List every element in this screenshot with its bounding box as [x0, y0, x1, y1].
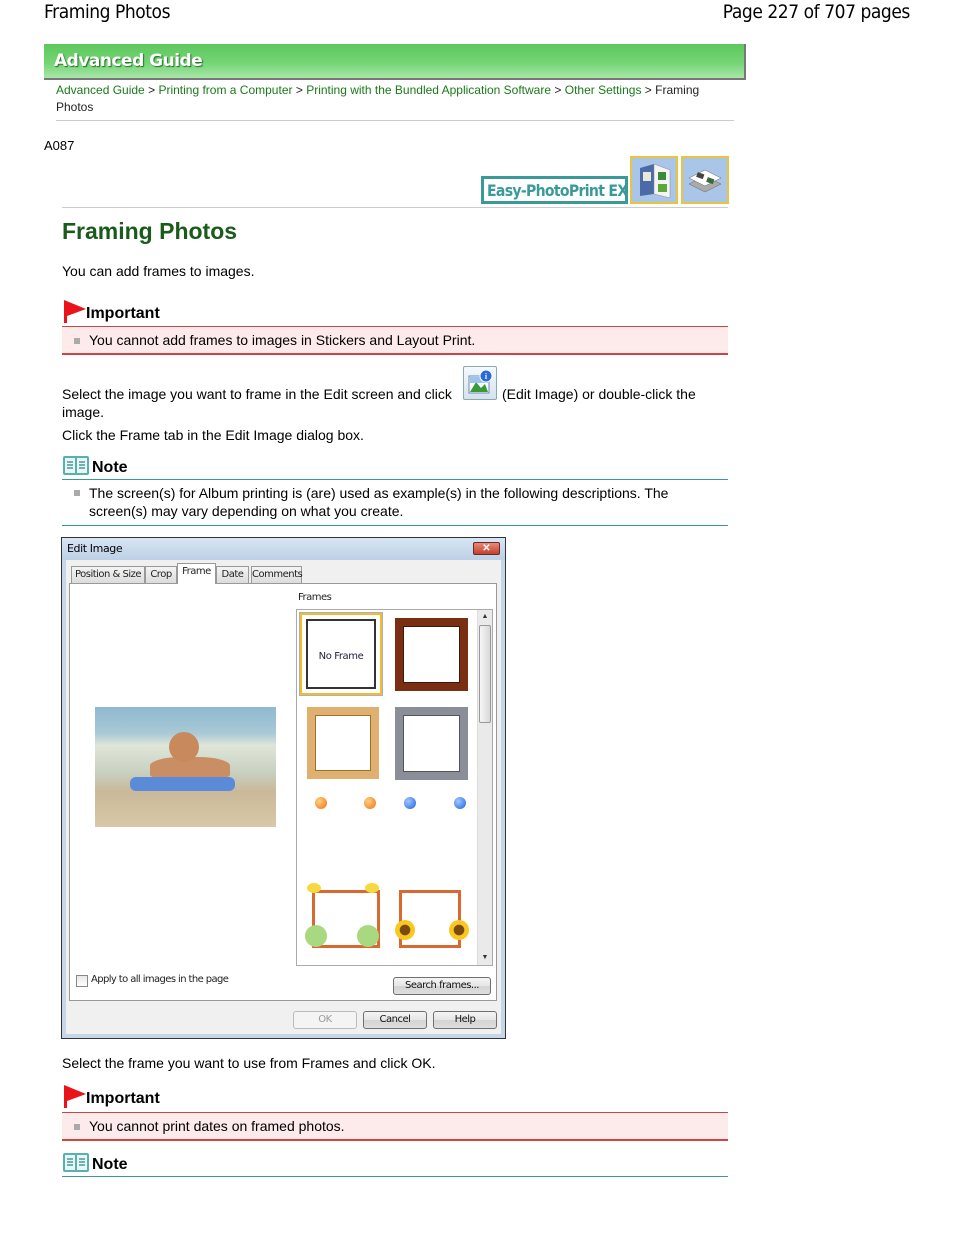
- apply-all-checkbox[interactable]: [76, 975, 88, 987]
- red-flag-icon: [64, 1085, 86, 1108]
- photo-bodyboard: [130, 777, 235, 791]
- tab-comments[interactable]: Comments: [251, 566, 303, 583]
- scroll-down-arrow-icon[interactable]: ▼: [478, 951, 492, 965]
- note-heading-label: Note: [92, 1156, 128, 1173]
- search-frames-button[interactable]: Search frames...: [393, 977, 491, 995]
- flowers-icon: [305, 925, 327, 947]
- easy-photoprint-logo: Easy-PhotoPrint EX: [481, 176, 628, 204]
- important-heading-label: Important: [86, 305, 160, 322]
- breadcrumb-link-other-settings[interactable]: Other Settings: [565, 83, 642, 97]
- orange-pin-icon: [315, 797, 327, 809]
- step1-text-b: (Edit Image) or double-click the: [502, 386, 696, 402]
- butterfly-icon: [365, 883, 379, 893]
- red-flag-icon: [64, 300, 86, 323]
- important-heading-label: Important: [86, 1090, 160, 1107]
- scroll-thumb[interactable]: [479, 625, 491, 723]
- breadcrumb-link-printing-from-computer[interactable]: Printing from a Computer: [158, 83, 292, 97]
- butterfly-icon: [307, 883, 321, 893]
- breadcrumb-separator: >: [554, 83, 562, 97]
- note-rule: [62, 1176, 728, 1177]
- edit-image-icon: i: [463, 366, 497, 400]
- tab-frame[interactable]: Frame: [177, 563, 216, 584]
- important-box: You cannot print dates on framed photos.: [62, 1112, 728, 1141]
- frames-scrollbar[interactable]: ▲ ▼: [477, 610, 492, 965]
- frames-list: No Frame ▲ ▼: [296, 609, 493, 966]
- breadcrumb-link-advanced-guide[interactable]: Advanced Guide: [56, 83, 145, 97]
- dialog-body: Position & Size Crop Frame Date Comments…: [66, 560, 501, 1034]
- dialog-title: Edit Image: [67, 542, 123, 555]
- edit-image-dialog: Edit Image ✕ Position & Size Crop Frame …: [61, 537, 506, 1039]
- frame-option-butterfly-flowers[interactable]: [305, 880, 385, 960]
- blue-pin-icon: [454, 797, 466, 809]
- page-info: Page 227 of 707 pages: [722, 1, 911, 23]
- scroll-up-arrow-icon[interactable]: ▲: [478, 610, 492, 624]
- step1-text-c: image.: [62, 404, 105, 420]
- dialog-titlebar: Edit Image ✕: [62, 538, 505, 560]
- banner-label: Advanced Guide: [54, 51, 203, 71]
- frame-option-dark-wood[interactable]: [395, 618, 468, 691]
- tab-position-size[interactable]: Position & Size: [71, 566, 145, 583]
- breadcrumb-separator: >: [295, 83, 303, 97]
- logo-divider: [62, 207, 728, 208]
- bullet-icon: [74, 338, 80, 344]
- photo-subject-head: [169, 732, 199, 762]
- frame-option-pushpins[interactable]: [302, 795, 472, 825]
- breadcrumb-separator: >: [644, 83, 652, 97]
- tab-crop[interactable]: Crop: [145, 566, 177, 583]
- apply-all-label: Apply to all images in the page: [91, 974, 229, 985]
- frame-option-sunflowers[interactable]: [393, 882, 473, 962]
- frames-label: Frames: [298, 592, 332, 603]
- cancel-button[interactable]: Cancel: [363, 1011, 427, 1029]
- note-item: The screen(s) for Album printing is (are…: [89, 485, 669, 519]
- tab-date[interactable]: Date: [216, 566, 249, 583]
- blue-pin-icon: [404, 797, 416, 809]
- book-icon: [63, 456, 89, 475]
- frame-option-metal[interactable]: [395, 707, 468, 780]
- advanced-guide-banner: Advanced Guide: [44, 44, 746, 80]
- important-item: You cannot print dates on framed photos.: [89, 1118, 345, 1134]
- frame-option-none[interactable]: No Frame: [299, 612, 383, 696]
- flowers-icon: [357, 925, 379, 947]
- intro-text: You can add frames to images.: [62, 263, 255, 279]
- book-icon: [63, 1153, 89, 1172]
- breadcrumb-separator: >: [148, 83, 156, 97]
- help-button[interactable]: Help: [433, 1011, 497, 1029]
- step2-text: Click the Frame tab in the Edit Image di…: [62, 427, 364, 443]
- header-title: Framing Photos: [44, 1, 171, 23]
- photo-preview: [95, 707, 276, 827]
- sunflower-icon: [395, 920, 415, 940]
- bullet-icon: [74, 490, 80, 496]
- important-item: You cannot add frames to images in Stick…: [89, 332, 476, 348]
- breadcrumb-link-bundled-software[interactable]: Printing with the Bundled Application So…: [306, 83, 551, 97]
- frame-option-light-wood[interactable]: [307, 707, 379, 779]
- note-rule: [62, 479, 728, 480]
- layout-print-icon: [681, 156, 729, 204]
- step1-text-a: Select the image you want to frame in th…: [62, 386, 452, 402]
- page-title: Framing Photos: [62, 218, 238, 244]
- frame-tab-panel: Frames No Frame ▲ ▼ Apply to all images …: [69, 583, 497, 1001]
- bullet-icon: [74, 1124, 80, 1130]
- note-rule: [62, 525, 728, 526]
- note-heading-label: Note: [92, 459, 128, 476]
- document-code: A087: [44, 138, 75, 153]
- app-logo-label: Easy-PhotoPrint EX: [487, 181, 628, 200]
- sunflower-icon: [449, 920, 469, 940]
- close-button[interactable]: ✕: [473, 542, 500, 555]
- ok-button[interactable]: OK: [293, 1011, 357, 1029]
- orange-pin-icon: [364, 797, 376, 809]
- important-box: You cannot add frames to images in Stick…: [62, 326, 728, 355]
- step3-text: Select the frame you want to use from Fr…: [62, 1055, 436, 1071]
- no-frame-label: No Frame: [306, 619, 376, 689]
- breadcrumb-divider: [56, 120, 734, 121]
- breadcrumb: Advanced Guide > Printing from a Compute…: [56, 82, 736, 116]
- album-icon: [630, 156, 678, 204]
